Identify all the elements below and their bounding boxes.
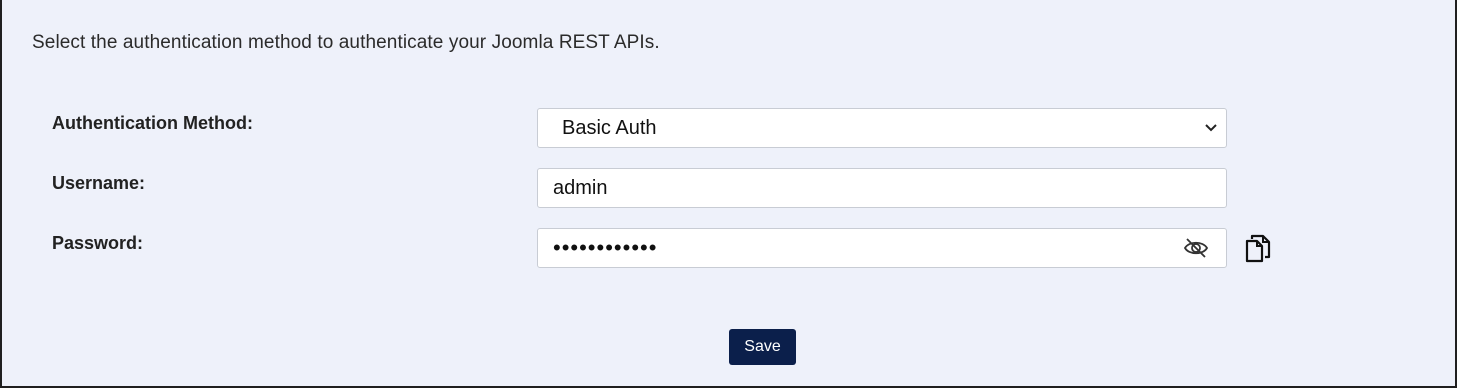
auth-settings-panel: Select the authentication method to auth… [0, 0, 1457, 388]
chevron-down-icon [1204, 121, 1218, 135]
password-field[interactable] [537, 228, 1227, 268]
username-field[interactable] [537, 168, 1227, 208]
auth-method-label: Authentication Method: [52, 113, 253, 133]
copy-icon[interactable] [1243, 232, 1273, 264]
intro-text: Select the authentication method to auth… [32, 32, 660, 53]
eye-slash-icon[interactable] [1183, 236, 1209, 260]
auth-method-select[interactable]: Basic Auth [537, 108, 1227, 148]
password-label: Password: [52, 233, 144, 253]
save-button[interactable]: Save [729, 329, 796, 365]
username-label: Username: [52, 173, 146, 193]
password-field-wrapper [537, 228, 1227, 268]
auth-method-selected-value: Basic Auth [562, 116, 657, 139]
